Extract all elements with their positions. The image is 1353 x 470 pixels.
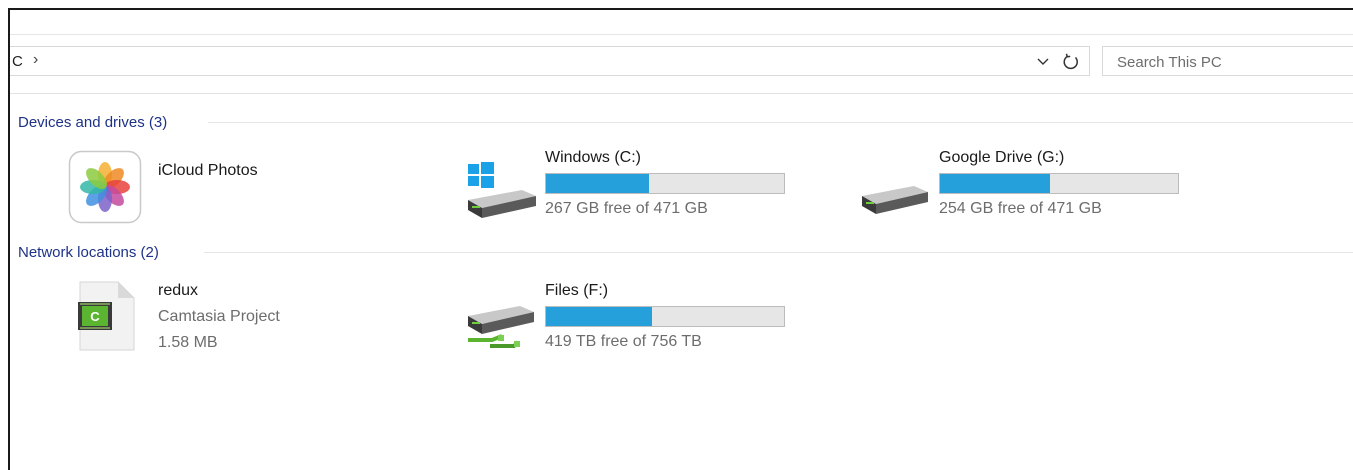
item-files-network-drive[interactable]: Files (F:) 419 TB free of 756 TB: [462, 280, 802, 358]
storage-bar: [545, 173, 785, 194]
group-rule-devices: [208, 122, 1353, 123]
file-size-text: 1.58 MB: [158, 334, 218, 351]
group-rule-network: [204, 252, 1353, 253]
storage-bar-fill: [546, 174, 650, 193]
item-name: iCloud Photos: [158, 162, 258, 179]
windows-drive-icon: [468, 162, 536, 218]
item-name: Files (F:): [545, 282, 609, 299]
drive-icon: [862, 186, 928, 214]
storage-bar: [545, 306, 785, 327]
group-title-network[interactable]: Network locations (2): [18, 244, 159, 261]
group-header-network[interactable]: Network locations (2): [18, 242, 159, 262]
chevron-down-icon[interactable]: [1036, 54, 1050, 68]
storage-bar-fill: [546, 307, 653, 326]
item-name: Google Drive (G:): [939, 149, 1065, 166]
address-path[interactable]: C: [12, 53, 23, 70]
item-google-drive[interactable]: Google Drive (G:) 254 GB free of 471 GB: [860, 148, 1200, 224]
explorer-window: C › Search This PC Devices and drives (3…: [8, 8, 1353, 470]
content-divider: [10, 93, 1353, 94]
ribbon-divider: [10, 34, 1353, 35]
refresh-icon[interactable]: [1061, 52, 1081, 72]
file-type-text: Camtasia Project: [158, 308, 280, 325]
drive-free-text: 267 GB free of 471 GB: [545, 200, 708, 217]
address-bar[interactable]: C ›: [10, 46, 1090, 76]
breadcrumb-chevron-icon[interactable]: ›: [33, 51, 38, 69]
group-header-devices[interactable]: Devices and drives (3): [18, 112, 167, 132]
search-input[interactable]: Search This PC: [1102, 46, 1353, 76]
drive-free-text: 254 GB free of 471 GB: [939, 200, 1102, 217]
item-name: Windows (C:): [545, 149, 642, 166]
drive-free-text: 419 TB free of 756 TB: [545, 333, 702, 350]
storage-bar-fill: [940, 174, 1050, 193]
item-name: redux: [158, 282, 199, 299]
network-drive-icon: [468, 306, 534, 348]
item-icloud-photos[interactable]: iCloud Photos: [66, 148, 396, 224]
item-redux[interactable]: C redux Camtasia Project 1.58 MB: [76, 280, 406, 358]
storage-bar: [939, 173, 1179, 194]
icloud-photos-icon: [68, 150, 142, 224]
group-title-devices[interactable]: Devices and drives (3): [18, 114, 167, 131]
item-windows-drive[interactable]: Windows (C:) 267 GB free of 471 GB: [462, 148, 802, 224]
svg-text:C: C: [90, 309, 100, 324]
camtasia-file-icon: C: [78, 281, 135, 351]
search-placeholder: Search This PC: [1117, 54, 1222, 71]
